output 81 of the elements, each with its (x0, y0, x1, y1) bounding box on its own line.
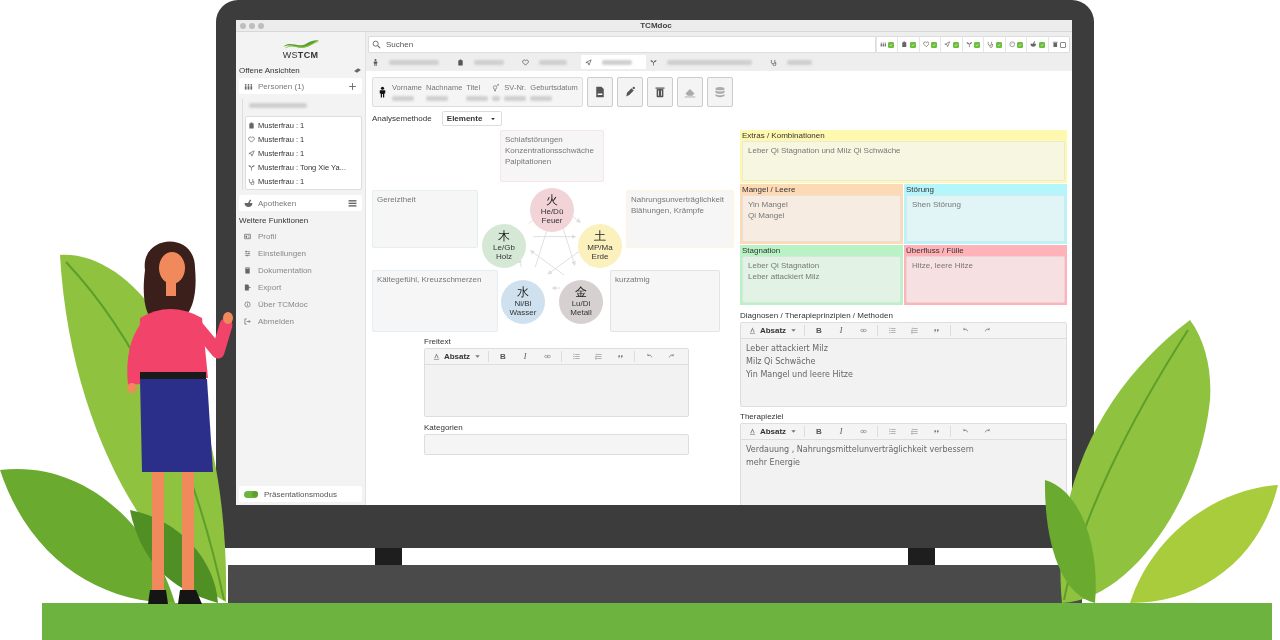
format-dropdown[interactable]: Absatz (429, 350, 485, 363)
editor-text: mehr Energie (746, 458, 802, 467)
field-label: Analysemethode (372, 114, 432, 123)
symptom-box[interactable]: Kältegefühl, Kreuzschmerzen (372, 270, 498, 332)
element-node[interactable]: 金 Lu/Di Metall (559, 280, 603, 324)
pattern-text: Leber Qi Stagnation und Milz Qi Schwäche (748, 146, 902, 155)
italic-button[interactable]: I (830, 324, 852, 337)
element-symbol: 水 (517, 286, 529, 300)
pattern-text: Leber Qi Stagnation (748, 261, 821, 270)
symptom-text: Konzentrationsschwäche (505, 146, 595, 155)
organ-label: Lu/Di (571, 300, 591, 310)
pattern-label: Extras / Kombinationen (742, 131, 826, 141)
element-symbol: 木 (498, 230, 510, 244)
pattern-text: Yin Mangel (748, 200, 789, 209)
pattern-field[interactable]: Yin Mangel Qi Mangel (742, 195, 901, 242)
field-label: Diagnosen / Therapieprinzipien / Methoden (740, 311, 894, 320)
symptom-box[interactable]: kurzatmig (610, 270, 720, 332)
pattern-text: Leber attackiert Milz (748, 272, 821, 281)
symptom-text: kurzatmig (615, 275, 651, 284)
organ-label: He/Dü (540, 208, 564, 218)
element-node[interactable]: 水 Ni/Bl Wasser (501, 280, 545, 324)
symptom-text: Schlafstörungen (505, 135, 564, 144)
bold-button[interactable]: B (808, 425, 830, 438)
pattern-text: Hitze, leere Hitze (912, 261, 974, 270)
pattern-text: Qi Mangel (748, 211, 786, 220)
field-label: Freitext (424, 337, 452, 346)
pattern-field[interactable]: Shen Störung (906, 195, 1065, 242)
text-editor[interactable]: Absatz B I Leber attackiert Milz Milz Qi Schwäche Yin Mangel und leere Hitze (740, 322, 1067, 407)
symptom-text: Kältegefühl, Kreuzschmerzen (377, 275, 483, 284)
pattern-label: Mangel / Leere (742, 185, 797, 195)
element-symbol: 金 (575, 286, 587, 300)
pattern-field[interactable]: Leber Qi Stagnation und Milz Qi Schwäche (742, 141, 1065, 181)
pattern-label: Stagnation (742, 246, 782, 256)
pharmacies-item[interactable]: Apotheken (239, 195, 362, 211)
element-label: Metall (570, 309, 592, 318)
text-editor[interactable]: Absatz B I (424, 348, 689, 417)
format-dropdown[interactable]: Absatz (745, 324, 801, 337)
organ-label: Ni/Bl (514, 300, 532, 310)
field-label: Kategorien (424, 423, 464, 432)
pattern-field[interactable]: Leber Qi Stagnation Leber attackiert Milz (742, 256, 901, 303)
field-label: Therapieziel (740, 412, 785, 421)
element-label: Wasser (509, 309, 537, 318)
search-field[interactable]: Suchen (368, 36, 875, 53)
window-title: TCMdoc (640, 21, 672, 30)
pattern-label: Überfluss / Fülle (906, 246, 965, 256)
editor-text: Yin Mangel und leere Hitze (746, 370, 854, 379)
element-symbol: 火 (546, 194, 558, 208)
symptom-text: Palpitationen (505, 157, 553, 166)
italic-button[interactable]: I (830, 425, 852, 438)
organ-label: Le/Gb (493, 244, 515, 254)
symptom-box[interactable]: Gereiztheit (372, 190, 478, 248)
toggle-label: Präsentationsmodus (264, 489, 337, 499)
bold-button[interactable]: B (492, 350, 514, 363)
symptom-text: Blähungen, Krämpfe (631, 206, 705, 215)
symptom-box[interactable]: Schlafstörungen Konzentrationsschwäche Palpitationen (500, 130, 604, 182)
symptom-text: Nahrungsunverträglichkeit (631, 195, 725, 204)
italic-button[interactable]: I (514, 350, 536, 363)
text-editor[interactable]: Absatz B I Verdauung , Nahrungsmittelunverträglichkeit verbessern mehr Energie (740, 423, 1067, 505)
element-label: Feuer (541, 217, 563, 226)
element-label: Holz (496, 253, 512, 262)
section-label: Weitere Funktionen (239, 216, 310, 225)
organ-label: MP/Ma (587, 244, 613, 254)
editor-text: Milz Qi Schwäche (746, 357, 817, 366)
logo-text: WSTCM (282, 49, 319, 60)
pattern-label: Störung (906, 185, 936, 195)
format-dropdown[interactable]: Absatz (745, 425, 801, 438)
element-node[interactable]: 土 MP/Ma Erde (578, 224, 622, 268)
pattern-field[interactable]: Hitze, leere Hitze (906, 256, 1065, 303)
element-node[interactable]: 火 He/Dü Feuer (530, 188, 574, 232)
section-label: Offene Ansichten (239, 66, 300, 75)
element-label: Erde (591, 253, 609, 262)
element-node[interactable]: 木 Le/Gb Holz (482, 224, 526, 268)
pattern-text: Shen Störung (912, 200, 962, 209)
method-dropdown[interactable]: Elemente (441, 111, 502, 126)
persons-item[interactable]: Personen (1) (239, 78, 362, 94)
editor-text: Leber attackiert Milz (746, 344, 829, 353)
bold-button[interactable]: B (808, 324, 830, 337)
symptom-text: Gereiztheit (377, 195, 417, 204)
symptom-box[interactable]: Nahrungsunverträglichkeit Blähungen, Krämpfe (626, 190, 734, 248)
editor-text: Verdauung , Nahrungsmittelunverträglichkeit verbessern (746, 445, 975, 454)
element-symbol: 土 (594, 230, 606, 244)
